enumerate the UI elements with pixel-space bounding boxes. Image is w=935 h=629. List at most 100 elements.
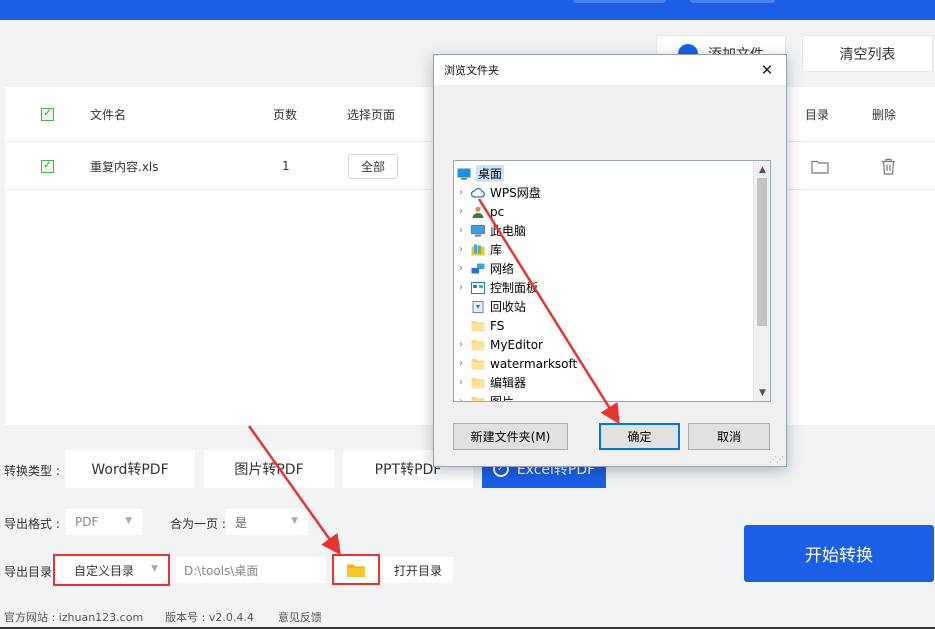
- chevron-right-icon[interactable]: ›: [454, 206, 468, 217]
- output-path-input[interactable]: D:\tools\桌面: [176, 557, 326, 583]
- tree-item[interactable]: › 控制面板: [454, 278, 538, 297]
- tree-item-label: 桌面: [476, 165, 505, 182]
- desktop-icon: [457, 168, 471, 180]
- chevron-right-icon[interactable]: ›: [454, 339, 468, 350]
- tree-item-label: FS: [490, 318, 505, 333]
- folder-icon: [347, 564, 365, 577]
- check-icon: ✓: [41, 159, 54, 173]
- header-filename: 文件名: [90, 107, 127, 122]
- tree-item[interactable]: 桌面: [454, 164, 505, 183]
- clear-list-label: 清空列表: [839, 46, 896, 63]
- row-checkbox[interactable]: ✓: [41, 143, 54, 189]
- row-toc-folder[interactable]: [811, 143, 829, 189]
- header-pages: 页数: [273, 107, 298, 122]
- open-dir-button[interactable]: 打开目录: [383, 557, 453, 583]
- tree-item-label: 图片: [490, 395, 515, 402]
- tree-item-label: watermarksoft: [490, 356, 578, 371]
- merge-select[interactable]: 是 ▼: [226, 509, 308, 535]
- tree-item[interactable]: › 网络: [454, 259, 514, 278]
- folder-tree: 桌面 › WPS网盘 › pc › 此电脑 › 库 › 网络 › 控制面板 回收站 FS › MyEditor ›…: [453, 160, 771, 402]
- dropdown-arrow-icon: ▼: [151, 564, 158, 574]
- chevron-right-icon[interactable]: ›: [454, 263, 468, 274]
- new-folder-button[interactable]: 新建文件夹(M): [453, 423, 568, 450]
- scroll-up-icon[interactable]: ▲: [754, 161, 770, 178]
- dir-mode-value: 自定义目录: [74, 563, 135, 578]
- chevron-right-icon[interactable]: ›: [454, 244, 468, 255]
- merge-page-label: 合为一页 :: [170, 517, 226, 531]
- chevron-right-icon[interactable]: ›: [454, 225, 468, 236]
- tree-item-label: 库: [490, 243, 503, 257]
- chevron-right-icon[interactable]: ›: [454, 396, 468, 401]
- scroll-thumb[interactable]: [757, 178, 767, 326]
- row-page-range[interactable]: 全部: [348, 143, 399, 189]
- scroll-down-icon[interactable]: ▼: [754, 384, 770, 401]
- tree-item[interactable]: › 库: [454, 240, 502, 259]
- header-toc: 目录: [805, 107, 830, 122]
- tree-item-label: pc: [490, 204, 505, 219]
- version-text: 版本号 : v2.0.4.4: [165, 611, 254, 624]
- conversion-type-label: 转换类型 :: [4, 464, 60, 478]
- top-bar-tab[interactable]: [690, 0, 775, 3]
- folder-icon: [471, 339, 485, 351]
- select-all-checkbox[interactable]: ✓: [41, 87, 54, 141]
- tree-scrollbar[interactable]: ▲ ▼: [753, 161, 770, 401]
- tree-item[interactable]: › pc: [454, 202, 504, 221]
- tree-item[interactable]: FS: [454, 316, 504, 335]
- website-link[interactable]: 官方网站 : izhuan123.com: [4, 609, 143, 625]
- tree-item-label: 编辑器: [490, 376, 527, 390]
- tree-item[interactable]: › 编辑器: [454, 373, 526, 392]
- tree-item[interactable]: › WPS网盘: [454, 183, 541, 202]
- image-to-pdf-button[interactable]: 图片转PDF: [204, 450, 334, 488]
- feedback-link[interactable]: 意见反馈: [278, 609, 322, 625]
- tree-item[interactable]: › 图片: [454, 392, 515, 402]
- page-range-button[interactable]: 全部: [348, 153, 399, 179]
- header-select-pages: 选择页面: [347, 107, 396, 122]
- tree-item-label: 网络: [490, 262, 515, 276]
- tree-item-label: WPS网盘: [490, 186, 541, 200]
- tree-item-label: 控制面板: [490, 281, 539, 295]
- clear-list-button[interactable]: 清空列表: [802, 35, 933, 72]
- merge-value: 是: [235, 515, 248, 530]
- folder-icon: [471, 396, 485, 401]
- browse-folder-button[interactable]: [334, 557, 378, 583]
- network-icon: [471, 263, 485, 275]
- dir-mode-select[interactable]: 自定义目录 ▼: [55, 557, 168, 583]
- top-bar-tab[interactable]: [573, 0, 666, 3]
- dropdown-arrow-icon: ▼: [291, 516, 298, 526]
- tree-item[interactable]: 回收站: [454, 297, 526, 316]
- browse-folder-dialog: 浏览文件夹 ✕ 桌面 › WPS网盘 › pc › 此电脑 › 库 › 网络 › 控制面板 回收站 FS › M…: [433, 54, 787, 467]
- tree-item[interactable]: › 此电脑: [454, 221, 526, 240]
- check-icon: ✓: [41, 107, 54, 121]
- library-icon: [471, 244, 485, 256]
- export-format-label: 导出格式 :: [4, 517, 60, 531]
- dropdown-arrow-icon: ▼: [125, 516, 132, 526]
- cloud-icon: [470, 187, 485, 199]
- tree-item[interactable]: › MyEditor: [454, 335, 543, 354]
- chevron-right-icon[interactable]: ›: [454, 358, 468, 369]
- row-pages: 1: [282, 159, 290, 173]
- folder-icon: [471, 358, 485, 370]
- format-select[interactable]: PDF ▼: [66, 509, 142, 535]
- user-icon: [471, 206, 485, 218]
- chevron-right-icon[interactable]: ›: [454, 282, 468, 293]
- cancel-button[interactable]: 取消: [688, 423, 770, 450]
- chevron-right-icon[interactable]: ›: [454, 377, 468, 388]
- top-bar: [0, 0, 935, 20]
- tree-item[interactable]: › watermarksoft: [454, 354, 577, 373]
- folder-icon: [471, 320, 485, 332]
- trash-icon: [882, 158, 895, 175]
- word-to-pdf-button[interactable]: Word转PDF: [65, 450, 195, 488]
- folder-outline-icon: [811, 160, 829, 174]
- resize-grip-icon[interactable]: ⋰⋰: [769, 455, 784, 464]
- computer-icon: [471, 224, 485, 237]
- dialog-title-bar: 浏览文件夹 ✕: [434, 55, 786, 85]
- control-panel-icon: [471, 281, 485, 294]
- chevron-right-icon[interactable]: ›: [454, 187, 468, 198]
- close-icon[interactable]: ✕: [756, 59, 778, 81]
- start-convert-button[interactable]: 开始转换: [744, 525, 934, 582]
- recycle-bin-icon: [471, 300, 485, 313]
- folder-icon: [471, 377, 485, 389]
- tree-item-label: MyEditor: [490, 337, 543, 352]
- ok-button[interactable]: 确定: [599, 423, 680, 450]
- row-delete[interactable]: [881, 143, 896, 189]
